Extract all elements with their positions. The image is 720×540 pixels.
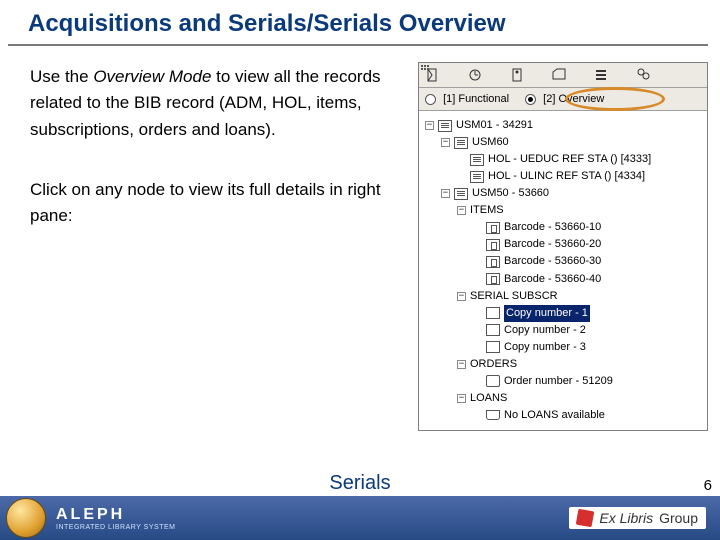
tree-node[interactable]: Copy number - 3	[423, 339, 703, 356]
exlibris-logo: Ex Libris Group	[569, 507, 706, 529]
panel-tabs: [1] Functional [2] Overview	[419, 88, 707, 111]
tree-node[interactable]: Barcode - 53660-10	[423, 219, 703, 236]
tree-label: ITEMS	[470, 202, 504, 219]
collapse-icon[interactable]: −	[425, 121, 434, 130]
tool-icon-4[interactable]	[551, 67, 567, 83]
tree-node[interactable]: Barcode - 53660-40	[423, 271, 703, 288]
exlibris-swirl-icon	[576, 509, 595, 528]
doc-icon	[454, 188, 468, 200]
para1-a: Use the	[30, 67, 93, 86]
tool-icon-6[interactable]	[635, 67, 651, 83]
radio-icon	[425, 94, 436, 105]
tree-node[interactable]: Order number - 51209	[423, 373, 703, 390]
tab-functional-label: [1] Functional	[443, 93, 509, 105]
item-icon	[486, 256, 500, 268]
item-icon	[486, 273, 500, 285]
subscr-icon	[486, 324, 500, 336]
tree-label: HOL - UEDUC REF STA () [4333]	[488, 151, 651, 168]
tree-node[interactable]: −ITEMS	[423, 202, 703, 219]
tree-label-selected: Copy number - 1	[504, 305, 590, 322]
doc-icon	[438, 120, 452, 132]
exlibris-text1: Ex Libris	[599, 510, 653, 526]
subscr-icon	[486, 307, 500, 319]
tree-label: Barcode - 53660-30	[504, 253, 601, 270]
tree-view: −USM01 - 34291 −USM60 HOL - UEDUC REF ST…	[419, 111, 707, 430]
tree-label: Copy number - 3	[504, 339, 586, 356]
para1-emph: Overview Mode	[93, 67, 211, 86]
aleph-logo-icon	[6, 498, 46, 538]
item-icon	[486, 239, 500, 251]
tree-node[interactable]: −SERIAL SUBSCR	[423, 288, 703, 305]
exlibris-text2: Group	[659, 510, 698, 526]
tree-node[interactable]: Barcode - 53660-20	[423, 236, 703, 253]
order-icon	[486, 375, 500, 387]
doc-icon	[470, 154, 484, 166]
tool-icon-3[interactable]	[509, 67, 525, 83]
collapse-icon[interactable]: −	[457, 394, 466, 403]
tab-overview-label: [2] Overview	[543, 93, 604, 105]
footer: ALEPH INTEGRATED LIBRARY SYSTEM Serials …	[0, 496, 720, 540]
para2: Click on any node to view its full detai…	[30, 177, 400, 230]
tree-label: SERIAL SUBSCR	[470, 288, 558, 305]
tree-node[interactable]: HOL - UEDUC REF STA () [4333]	[423, 151, 703, 168]
collapse-icon[interactable]: −	[441, 189, 450, 198]
footer-center: Serials	[329, 472, 390, 495]
tree-label: ORDERS	[470, 356, 517, 373]
aleph-brand: ALEPH INTEGRATED LIBRARY SYSTEM	[56, 506, 175, 531]
panel-toolbar	[419, 63, 707, 88]
tree-label: HOL - ULINC REF STA () [4334]	[488, 168, 645, 185]
page-number: 6	[704, 477, 712, 494]
tree-node[interactable]: − USM01 - 34291	[423, 117, 703, 134]
brand-subtext: INTEGRATED LIBRARY SYSTEM	[56, 524, 175, 531]
tree-node[interactable]: Copy number - 1	[423, 305, 703, 322]
tree-label: Barcode - 53660-40	[504, 271, 601, 288]
collapse-icon[interactable]: −	[441, 138, 450, 147]
tree-node[interactable]: HOL - ULINC REF STA () [4334]	[423, 168, 703, 185]
doc-icon	[454, 137, 468, 149]
item-icon	[486, 222, 500, 234]
tree-label: USM50 - 53660	[472, 185, 549, 202]
subscr-icon	[486, 341, 500, 353]
tree-label: USM60	[472, 134, 509, 151]
collapse-icon[interactable]: −	[457, 292, 466, 301]
body-text: Use the Overview Mode to view all the re…	[30, 64, 400, 230]
overview-panel: [1] Functional [2] Overview −USM01 - 342…	[418, 62, 708, 431]
tree-label: LOANS	[470, 390, 507, 407]
tree-node[interactable]: Barcode - 53660-30	[423, 253, 703, 270]
doc-icon	[470, 171, 484, 183]
tree-node[interactable]: Copy number - 2	[423, 322, 703, 339]
tree-node[interactable]: − USM60	[423, 134, 703, 151]
radio-icon-checked	[525, 94, 536, 105]
tree-label: Copy number - 2	[504, 322, 586, 339]
loans-icon	[486, 410, 500, 420]
tool-icon-2[interactable]	[467, 67, 483, 83]
tab-overview[interactable]: [2] Overview	[525, 93, 604, 105]
tree-label: Order number - 51209	[504, 373, 613, 390]
tab-functional[interactable]: [1] Functional	[425, 93, 509, 105]
tree-node[interactable]: − USM50 - 53660	[423, 185, 703, 202]
tree-label: No LOANS available	[504, 407, 605, 424]
tool-icon-5[interactable]	[593, 67, 609, 83]
collapse-icon[interactable]: −	[457, 360, 466, 369]
tree-label: USM01 - 34291	[456, 117, 533, 134]
brand-text: ALEPH	[56, 506, 175, 524]
collapse-icon[interactable]: −	[457, 206, 466, 215]
slide-title: Acquisitions and Serials/Serials Overvie…	[8, 0, 708, 46]
tree-label: Barcode - 53660-20	[504, 236, 601, 253]
tree-node[interactable]: −LOANS	[423, 390, 703, 407]
tree-node[interactable]: −ORDERS	[423, 356, 703, 373]
tree-label: Barcode - 53660-10	[504, 219, 601, 236]
tool-icon-1[interactable]	[425, 67, 441, 83]
tree-node[interactable]: No LOANS available	[423, 407, 703, 424]
